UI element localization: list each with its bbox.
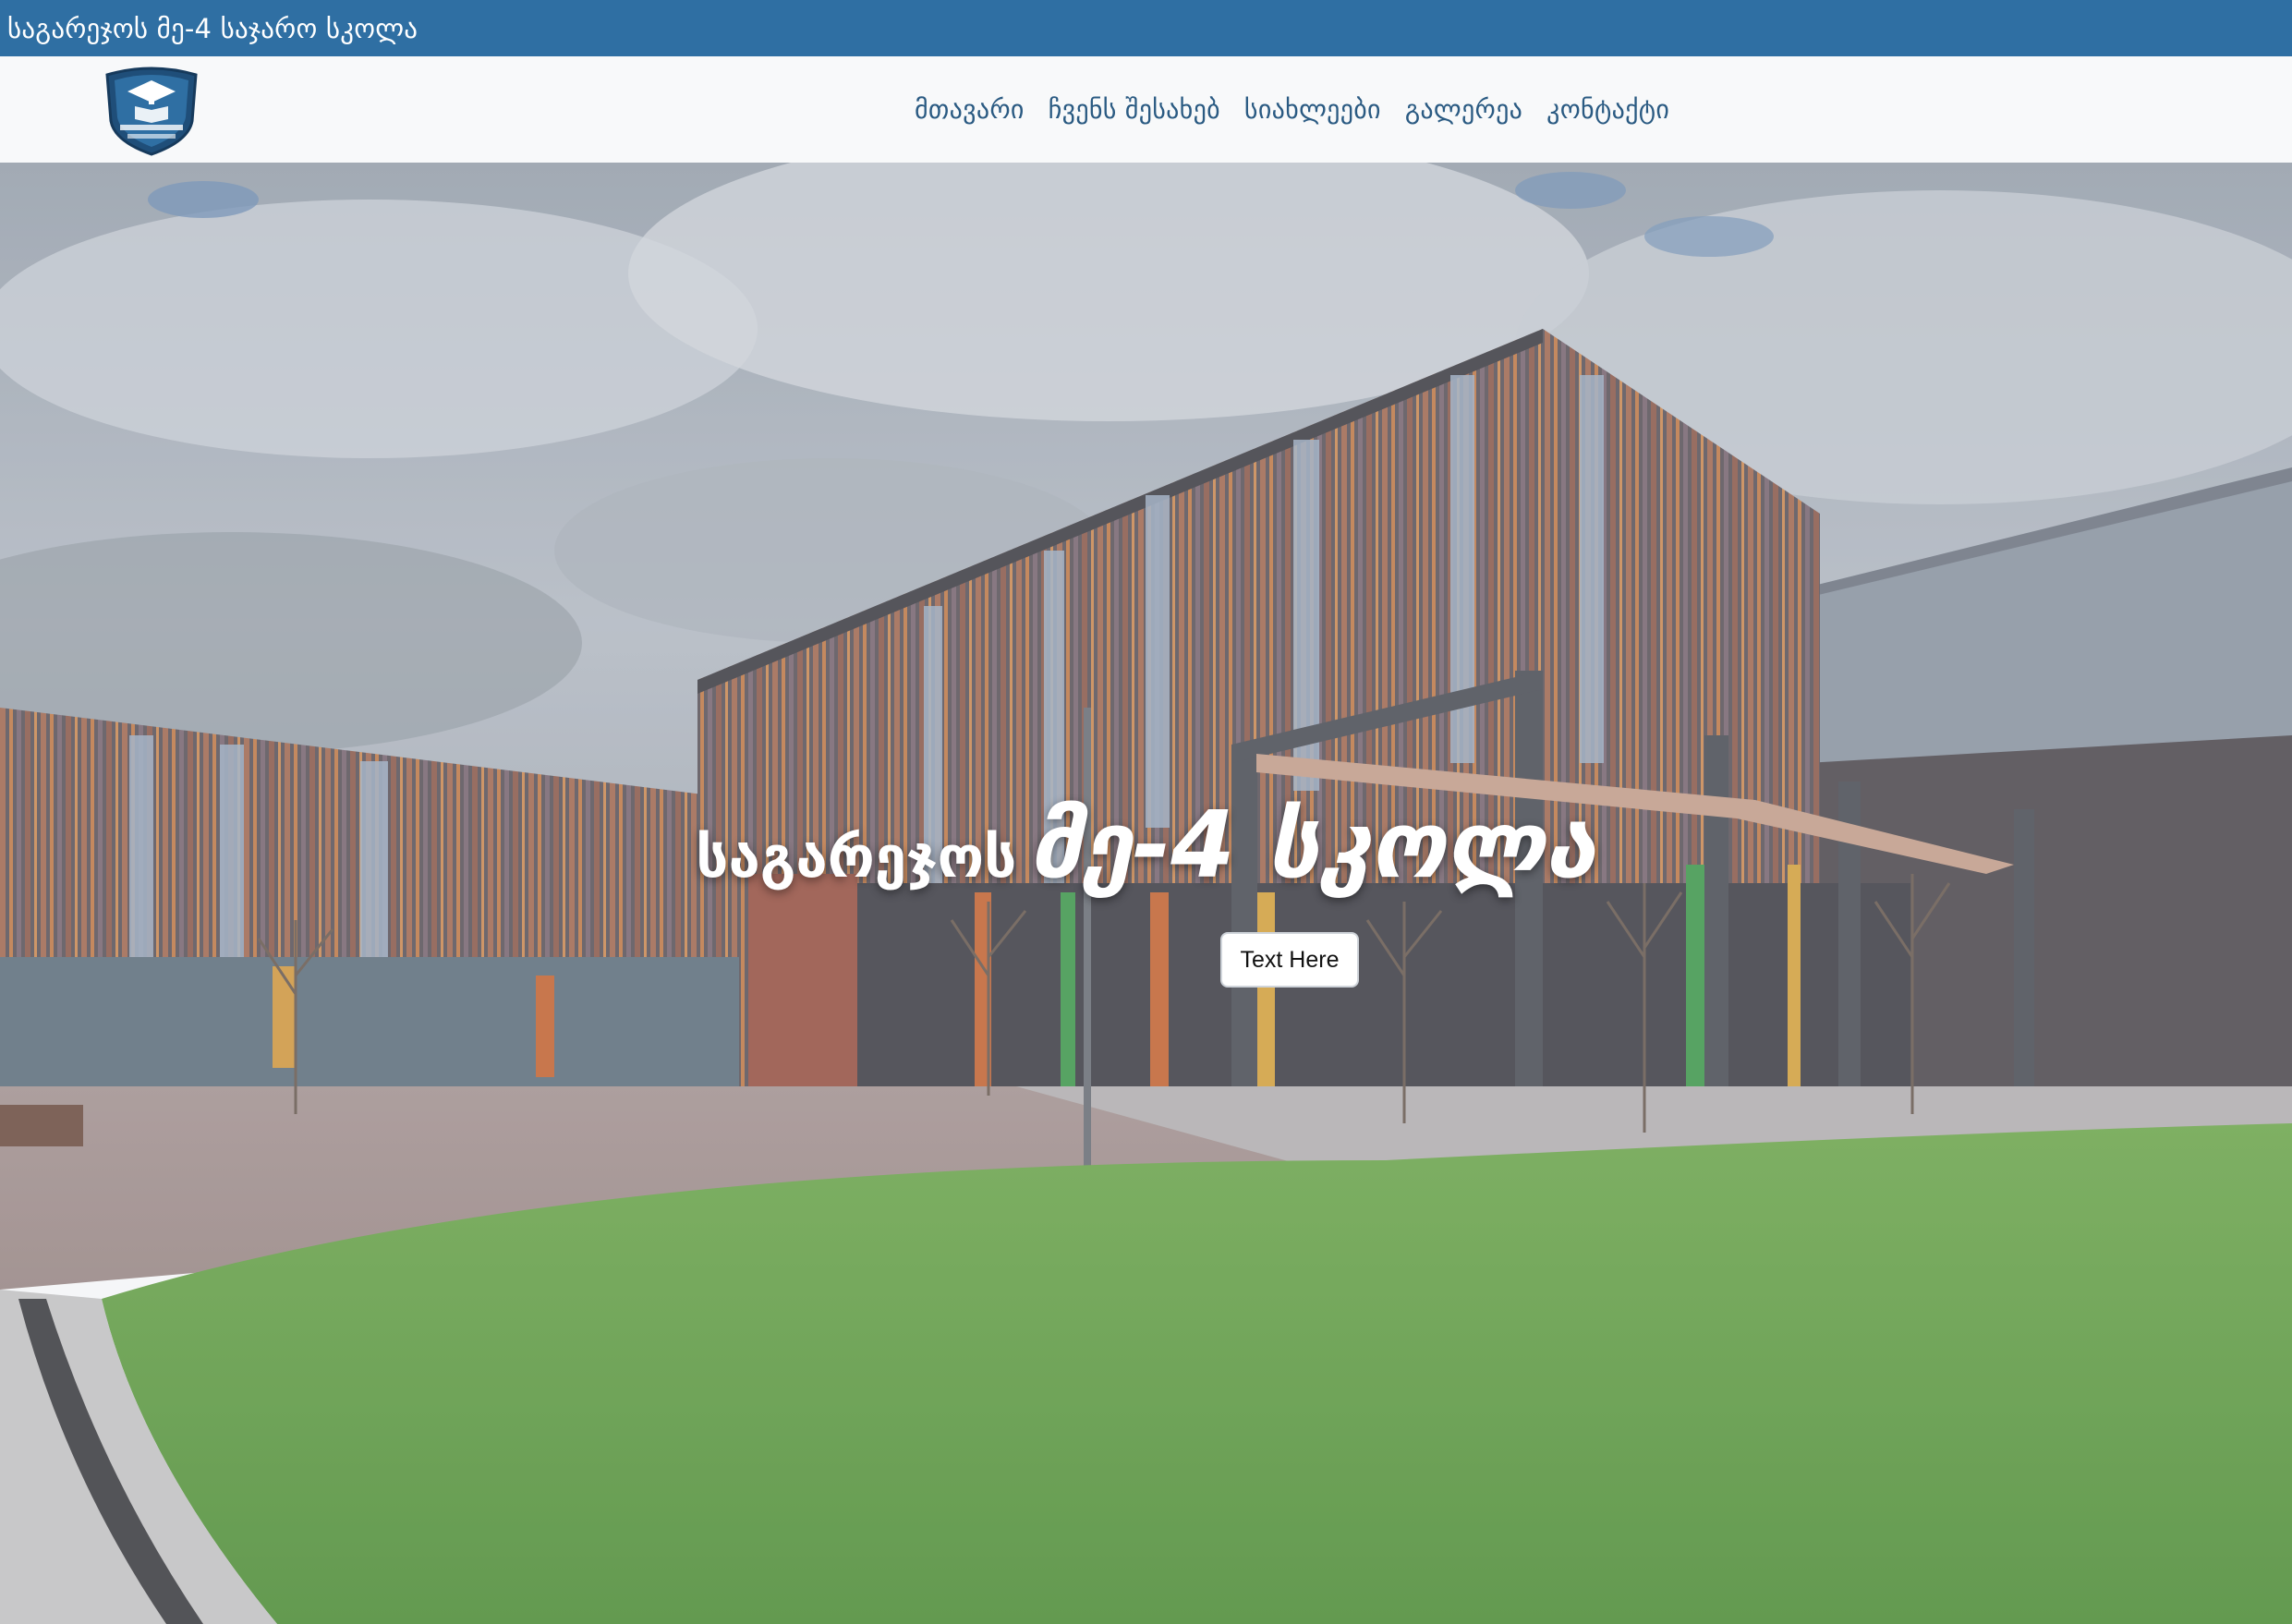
nav-menu: მთავარი ჩვენს შესახებ სიახლეები გალერეა … (915, 56, 1669, 163)
school-crest-logo-icon[interactable] (100, 64, 203, 156)
site-title: საგარეჯოს მე-4 საჯარო სკოლა (7, 12, 418, 44)
hero-title-part2: მე-4 სკოლა (1029, 791, 1596, 899)
hero-title-part1: საგარეჯოს (696, 823, 1017, 891)
nav-link-contact[interactable]: კონტაქტი (1546, 94, 1669, 125)
hero-title: საგარეჯოს მე-4 სკოლა (0, 791, 2292, 899)
nav-link-home[interactable]: მთავარი (915, 94, 1025, 125)
hero-section: საგარეჯოს მე-4 სკოლა Text Here (0, 163, 2292, 1624)
nav-link-about[interactable]: ჩვენს შესახებ (1049, 94, 1220, 125)
nav-link-news[interactable]: სიახლეები (1244, 94, 1381, 125)
top-header-bar: საგარეჯოს მე-4 საჯარო სკოლა (0, 0, 2292, 56)
nav-link-gallery[interactable]: გალერეა (1405, 94, 1522, 125)
main-navbar: მთავარი ჩვენს შესახებ სიახლეები გალერეა … (0, 56, 2292, 164)
hero-cta-button[interactable]: Text Here (1220, 932, 1359, 988)
